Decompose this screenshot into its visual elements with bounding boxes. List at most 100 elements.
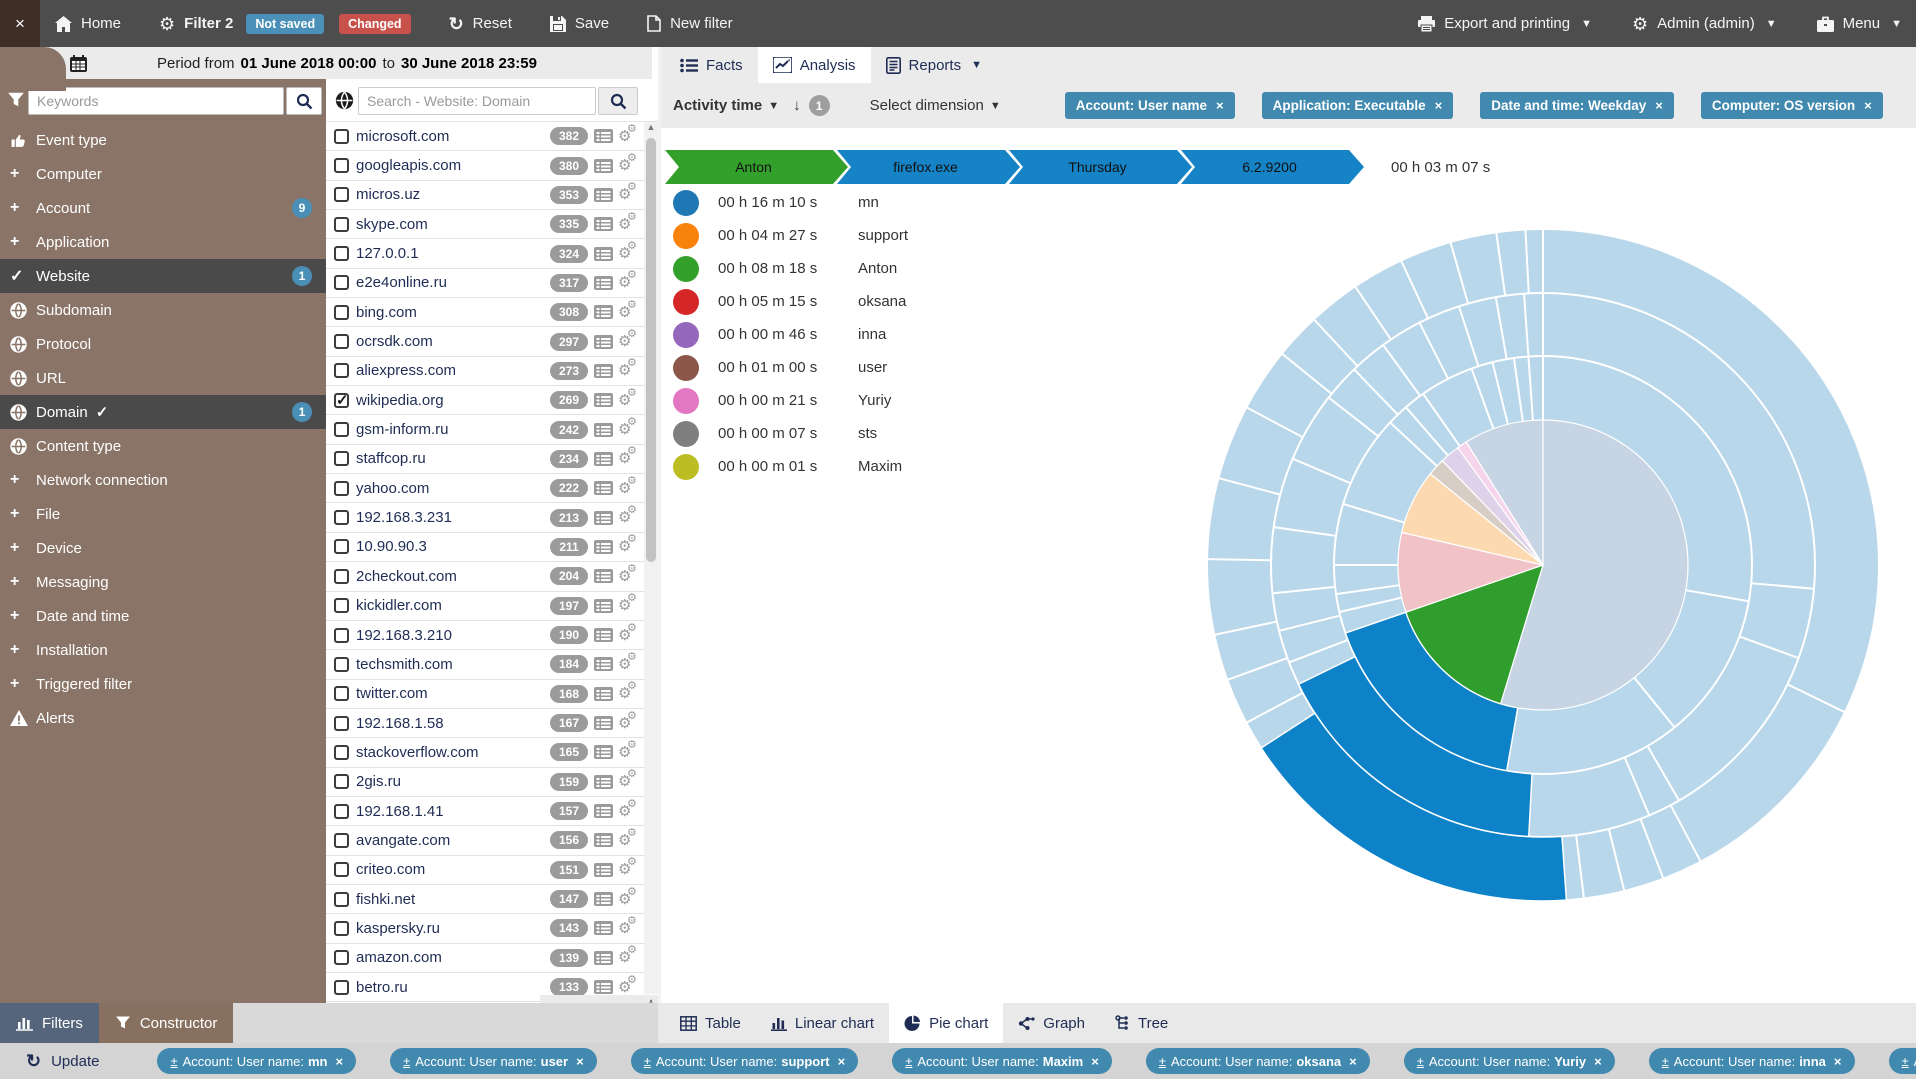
domain-row[interactable]: 192.168.3.231 213 ⚙⚙ [326, 503, 644, 532]
domain-checkbox[interactable] [334, 158, 349, 173]
domain-checkbox[interactable] [334, 950, 349, 965]
details-list-icon[interactable] [594, 920, 613, 936]
sidebar-item[interactable]: + File ✓ [0, 497, 326, 531]
domain-row[interactable]: kickidler.com 197 ⚙⚙ [326, 592, 644, 621]
domain-name[interactable]: gsm-inform.ru [356, 421, 449, 438]
details-list-icon[interactable] [594, 656, 613, 672]
details-list-icon[interactable] [594, 392, 613, 408]
remove-chip-icon[interactable]: × [1091, 1054, 1099, 1069]
domain-name[interactable]: 192.168.3.231 [356, 509, 452, 526]
domain-name[interactable]: amazon.com [356, 949, 442, 966]
admin-menu[interactable]: ⚙ Admin (admin) ▼ [1632, 15, 1777, 33]
details-list-icon[interactable] [594, 480, 613, 496]
user-filter-chip[interactable]: ± Account: User name: Yuriy × [1404, 1048, 1615, 1074]
settings-gears-icon[interactable]: ⚙⚙ [618, 246, 640, 261]
domain-name[interactable]: criteo.com [356, 861, 425, 878]
settings-gears-icon[interactable]: ⚙⚙ [618, 217, 640, 232]
tab-reports[interactable]: Reports ▼ [871, 47, 997, 83]
sidebar-item[interactable]: + Account ✓ 9 [0, 191, 326, 225]
tab-tree[interactable]: Tree [1100, 1003, 1183, 1043]
settings-gears-icon[interactable]: ⚙⚙ [618, 305, 640, 320]
sidebar-item[interactable]: + Network connection ✓ [0, 463, 326, 497]
domain-row[interactable]: criteo.com 151 ⚙⚙ [326, 856, 644, 885]
domain-row[interactable]: 127.0.0.1 324 ⚙⚙ [326, 239, 644, 268]
user-filter-chip[interactable]: ± Account: User name: sts × [1889, 1048, 1916, 1074]
settings-gears-icon[interactable]: ⚙⚙ [618, 539, 640, 554]
domain-row[interactable]: aliexpress.com 273 ⚙⚙ [326, 357, 644, 386]
domain-checkbox[interactable] [334, 481, 349, 496]
sidebar-item[interactable]: Domain ✓ 1 [0, 395, 326, 429]
settings-gears-icon[interactable]: ⚙⚙ [618, 510, 640, 525]
domain-checkbox[interactable] [334, 129, 349, 144]
domain-row[interactable]: twitter.com 168 ⚙⚙ [326, 680, 644, 709]
user-filter-chip[interactable]: ± Account: User name: inna × [1649, 1048, 1855, 1074]
settings-gears-icon[interactable]: ⚙⚙ [618, 569, 640, 584]
sidebar-item[interactable]: + Application ✓ [0, 225, 326, 259]
domain-checkbox[interactable] [334, 833, 349, 848]
plus-minus-icon[interactable]: ± [1662, 1054, 1669, 1069]
breadcrumb-arrow[interactable]: firefox.exe [837, 150, 1020, 184]
domain-row[interactable]: 2checkout.com 204 ⚙⚙ [326, 562, 644, 591]
domain-checkbox[interactable] [334, 187, 349, 202]
legend-color-dot[interactable] [673, 256, 699, 282]
domain-name[interactable]: aliexpress.com [356, 362, 456, 379]
details-list-icon[interactable] [594, 187, 613, 203]
domain-row[interactable]: micros.uz 353 ⚙⚙ [326, 181, 644, 210]
user-filter-chip[interactable]: ± Account: User name: support × [631, 1048, 859, 1074]
details-list-icon[interactable] [594, 216, 613, 232]
domain-checkbox[interactable] [334, 921, 349, 936]
domain-checkbox[interactable] [334, 451, 349, 466]
main-menu[interactable]: Menu ▼ [1817, 15, 1902, 32]
domain-row[interactable]: skype.com 335 ⚙⚙ [326, 210, 644, 239]
keywords-input[interactable] [28, 87, 284, 115]
remove-chip-icon[interactable]: × [1655, 98, 1663, 113]
details-list-icon[interactable] [594, 539, 613, 555]
tab-pie-chart[interactable]: Pie chart [889, 1003, 1003, 1043]
domain-checkbox[interactable] [334, 569, 349, 584]
domain-row[interactable]: e2e4online.ru 317 ⚙⚙ [326, 269, 644, 298]
domain-checkbox[interactable] [334, 246, 349, 261]
reset-button[interactable]: ↻ Reset [449, 15, 512, 33]
domain-checkbox[interactable] [334, 804, 349, 819]
domain-name[interactable]: yahoo.com [356, 480, 429, 497]
user-filter-chip[interactable]: ± Account: User name: Maxim × [892, 1048, 1112, 1074]
details-list-icon[interactable] [594, 627, 613, 643]
details-list-icon[interactable] [594, 363, 613, 379]
details-list-icon[interactable] [594, 744, 613, 760]
filter-button[interactable]: ⚙ Filter 2 Not saved Changed [159, 14, 411, 34]
dimension-chip[interactable]: Date and time: Weekday × [1480, 92, 1674, 119]
legend-color-dot[interactable] [673, 289, 699, 315]
tab-analysis[interactable]: Analysis [758, 47, 871, 83]
sidebar-item[interactable]: + Device ✓ [0, 531, 326, 565]
domain-row[interactable]: microsoft.com 382 ⚙⚙ [326, 122, 644, 151]
domain-name[interactable]: staffcop.ru [356, 450, 426, 467]
remove-chip-icon[interactable]: × [1834, 1054, 1842, 1069]
tab-constructor[interactable]: Constructor [99, 1003, 234, 1043]
domain-search-button[interactable] [598, 87, 638, 115]
domain-name[interactable]: microsoft.com [356, 128, 449, 145]
domain-name[interactable]: wikipedia.org [356, 392, 444, 409]
settings-gears-icon[interactable]: ⚙⚙ [618, 129, 640, 144]
details-list-icon[interactable] [594, 304, 613, 320]
settings-gears-icon[interactable]: ⚙⚙ [618, 774, 640, 789]
legend-color-dot[interactable] [673, 190, 699, 216]
user-filter-chip[interactable]: ± Account: User name: mn × [157, 1048, 356, 1074]
domain-name[interactable]: techsmith.com [356, 656, 453, 673]
domain-name[interactable]: 2gis.ru [356, 773, 401, 790]
details-list-icon[interactable] [594, 862, 613, 878]
settings-gears-icon[interactable]: ⚙⚙ [618, 158, 640, 173]
plus-minus-icon[interactable]: ± [905, 1054, 912, 1069]
sidebar-item[interactable]: + Computer ✓ [0, 157, 326, 191]
domain-checkbox[interactable] [334, 334, 349, 349]
settings-gears-icon[interactable]: ⚙⚙ [618, 451, 640, 466]
period-bar[interactable]: Period from01 June 2018 00:00to30 June 2… [36, 47, 652, 79]
sidebar-item[interactable]: Event type ✓ [0, 123, 326, 157]
tab-table[interactable]: Table [665, 1003, 756, 1043]
domain-row[interactable]: 2gis.ru 159 ⚙⚙ [326, 768, 644, 797]
tab-graph[interactable]: Graph [1003, 1003, 1100, 1043]
domain-row[interactable]: staffcop.ru 234 ⚙⚙ [326, 445, 644, 474]
settings-gears-icon[interactable]: ⚙⚙ [618, 745, 640, 760]
domain-row[interactable]: gsm-inform.ru 242 ⚙⚙ [326, 415, 644, 444]
settings-gears-icon[interactable]: ⚙⚙ [618, 598, 640, 613]
domain-checkbox[interactable] [334, 774, 349, 789]
